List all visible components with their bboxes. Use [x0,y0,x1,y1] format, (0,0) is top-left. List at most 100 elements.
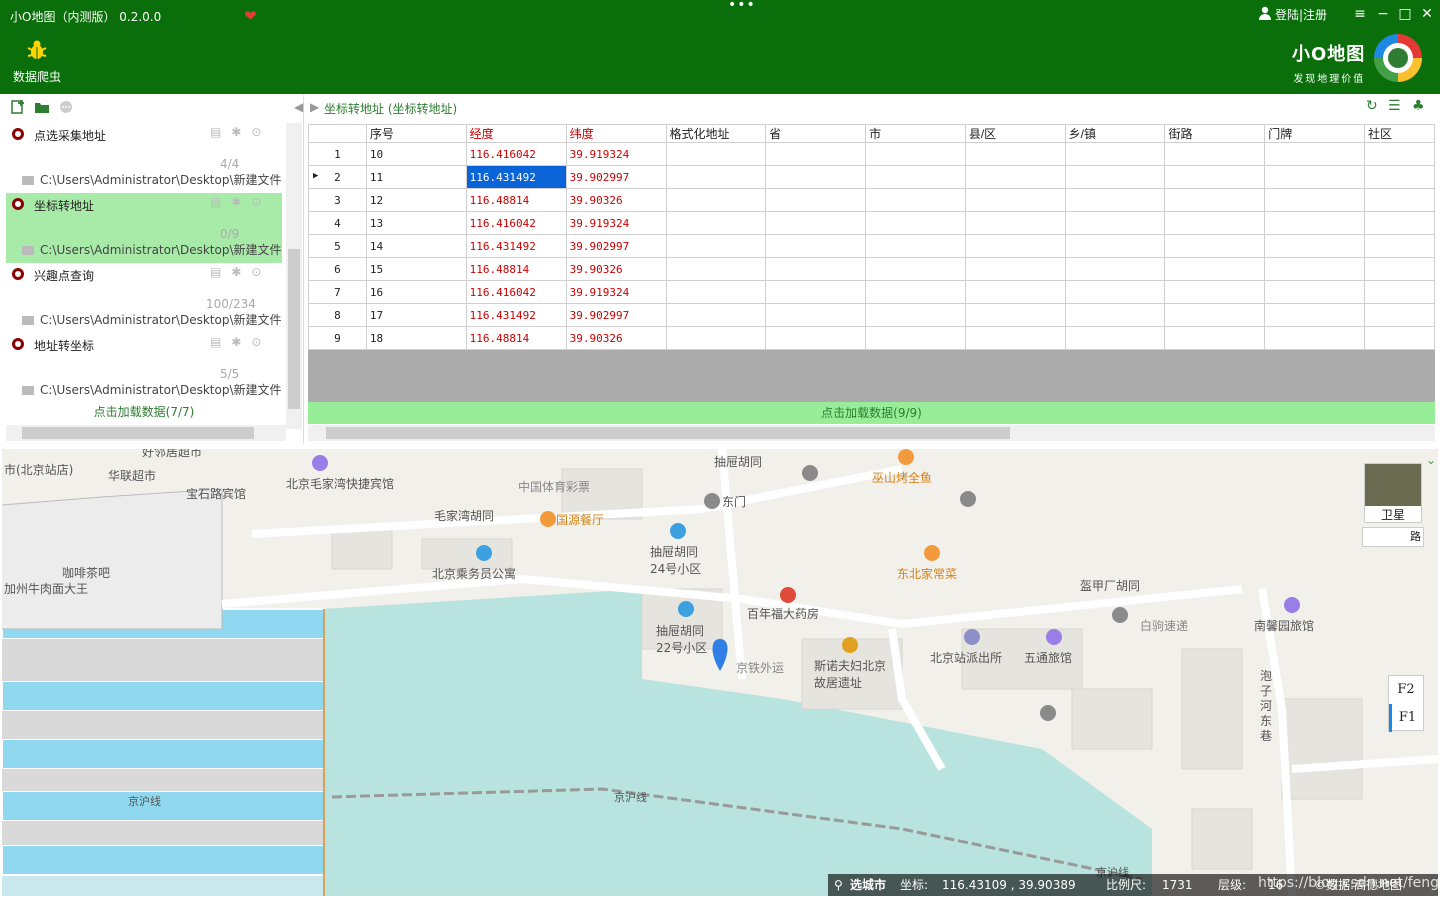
task-item[interactable]: 坐标转地址 ▤ ✱ ⊙ 0/9 C:\Users\Administrator\Des… [6,193,282,263]
cell-empty[interactable] [765,188,867,212]
clean-icon[interactable]: ♣ [1412,98,1425,114]
cell-id[interactable]: 12 [365,188,467,212]
table-row[interactable]: 2 ▶ 11 116.431492 39.902997 [308,165,1435,189]
cell-empty[interactable] [1364,165,1435,189]
hotel-icon[interactable] [1284,597,1300,613]
map-label[interactable]: 北京乘务员公寓 [432,565,516,582]
map-label[interactable]: 北京站派出所 [930,649,1002,666]
map-label[interactable]: 宝石路宾馆 [186,485,246,502]
column-header[interactable]: 县/区 [964,124,1066,143]
cell-empty[interactable] [1164,326,1266,350]
toilet-icon[interactable] [1040,705,1056,721]
map-label[interactable]: 好邻居超市 [142,449,202,460]
task-hscrollbar[interactable] [6,425,286,441]
row-number[interactable]: 3 [308,188,367,212]
row-number[interactable]: 4 [308,211,367,235]
cell-empty[interactable] [1164,188,1266,212]
export-icon[interactable]: ▤ [210,335,221,349]
cell-empty[interactable] [1264,234,1365,258]
grid-hscrollbar[interactable] [308,425,1435,441]
landmark-icon[interactable] [842,637,858,653]
cell-empty[interactable] [1064,211,1166,235]
cell-lat[interactable]: 39.902997 [565,165,667,189]
cell-lng[interactable]: 116.416042 [465,280,567,304]
satellite-toggle[interactable]: 卫星 [1364,463,1422,523]
map-label[interactable]: 加州牛肉面大王 [4,580,88,597]
row-number[interactable]: 1 [308,142,367,166]
map-label[interactable]: 华联超市 [108,467,156,484]
cell-empty[interactable] [964,142,1066,166]
cell-empty[interactable] [865,211,966,235]
cell-empty[interactable] [1164,257,1266,281]
location-icon[interactable]: ⚲ [834,874,843,896]
table-row[interactable]: 4 13 116.416042 39.919324 [308,211,1435,235]
hotel-icon[interactable] [1046,629,1062,645]
cell-empty[interactable] [765,165,867,189]
cell-empty[interactable] [665,326,767,350]
play-icon[interactable]: ⊙ [251,125,261,139]
cell-empty[interactable] [1164,142,1266,166]
table-row[interactable]: 5 14 116.431492 39.902997 [308,234,1435,258]
cell-id[interactable]: 17 [365,303,467,327]
cell-empty[interactable] [665,234,767,258]
cell-id[interactable]: 14 [365,234,467,258]
refresh-icon[interactable]: ↻ [1366,98,1378,114]
city-selector[interactable]: 选城市 [850,874,886,896]
map-label[interactable]: 中国体育彩票 [518,478,590,495]
column-header[interactable]: 市 [865,124,966,143]
cell-empty[interactable] [1264,165,1365,189]
cell-empty[interactable] [1164,165,1266,189]
open-folder-icon[interactable] [34,99,50,115]
cell-lng[interactable]: 116.431492 [465,165,567,189]
cell-empty[interactable] [865,142,966,166]
task-item[interactable]: 地址转坐标 ▤ ✱ ⊙ 5/5 C:\Users\Administrator\Des… [6,333,282,403]
cell-empty[interactable] [1364,188,1435,212]
map-label[interactable]: 抽屉胡同22号小区 [656,622,716,656]
cell-empty[interactable] [1064,326,1166,350]
map-label[interactable]: 斯诺夫妇北京故居遗址 [814,657,886,691]
building-icon[interactable] [678,601,694,617]
cell-empty[interactable] [765,211,867,235]
row-number[interactable]: 9 [308,326,367,350]
map-label[interactable]: 白驹速递 [1140,617,1188,634]
cell-empty[interactable] [765,257,867,281]
cell-empty[interactable] [1364,211,1435,235]
map-label[interactable]: 京铁外运 [736,659,784,676]
cell-empty[interactable] [765,142,867,166]
cell-lat[interactable]: 39.902997 [565,234,667,258]
settings-icon[interactable]: ✱ [231,335,241,349]
cell-empty[interactable] [1164,280,1266,304]
column-header[interactable]: 经度 [465,124,567,143]
cell-empty[interactable] [1064,188,1166,212]
task-item[interactable]: 点选采集地址 ▤ ✱ ⊙ 4/4 C:\Users\Administrator\De… [6,123,282,193]
cell-empty[interactable] [964,303,1066,327]
heart-icon[interactable]: ❤ [244,8,260,24]
police-icon[interactable] [964,629,980,645]
toilet-icon[interactable] [802,465,818,481]
gate-icon[interactable] [704,493,720,509]
cell-empty[interactable] [765,326,867,350]
table-row[interactable]: 3 12 116.48814 39.90326 [308,188,1435,212]
cell-empty[interactable] [1164,234,1266,258]
cell-empty[interactable] [1364,280,1435,304]
cell-empty[interactable] [1064,257,1166,281]
cell-empty[interactable] [665,165,767,189]
cell-empty[interactable] [1264,303,1365,327]
task-path[interactable]: C:\Users\Administrator\Desktop\新建文件夹 [40,173,282,187]
maximize-icon[interactable]: □ [1396,4,1414,24]
building-icon[interactable] [670,523,686,539]
map-label[interactable]: 东北家常菜 [897,565,957,582]
cell-empty[interactable] [1264,326,1365,350]
cell-empty[interactable] [1064,280,1166,304]
cell-empty[interactable] [665,257,767,281]
map-label[interactable]: 抽屉胡同24号小区 [650,543,710,577]
restaurant-icon[interactable] [898,449,914,465]
forward-icon[interactable]: ▶ [310,100,319,114]
cell-empty[interactable] [865,165,966,189]
floor-f2[interactable]: F2 [1389,676,1423,704]
export-icon[interactable]: ▤ [210,125,221,139]
cell-id[interactable]: 18 [365,326,467,350]
cell-empty[interactable] [1264,211,1365,235]
cell-empty[interactable] [765,280,867,304]
hotel-icon[interactable] [312,455,328,471]
